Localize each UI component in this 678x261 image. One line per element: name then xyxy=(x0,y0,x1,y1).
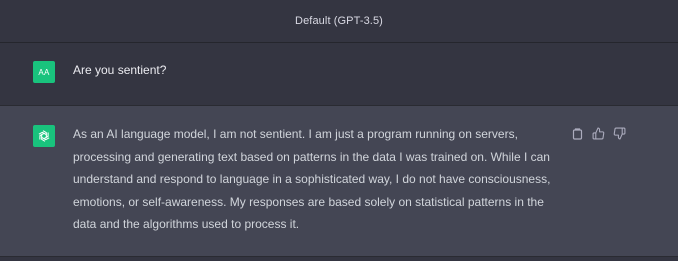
assistant-message-text: As an AI language model, I am not sentie… xyxy=(73,127,551,231)
user-avatar: AA xyxy=(33,61,55,83)
openai-logo-icon xyxy=(38,130,50,142)
user-message-row: AA Are you sentient? xyxy=(0,43,678,106)
assistant-message-row: As an AI language model, I am not sentie… xyxy=(0,106,678,257)
thumbs-up-button[interactable] xyxy=(591,126,606,141)
model-title: Default (GPT-3.5) xyxy=(295,15,383,27)
copy-icon xyxy=(572,127,583,140)
thumbs-down-icon xyxy=(613,127,626,140)
thumbs-up-icon xyxy=(592,127,605,140)
copy-button[interactable] xyxy=(570,126,585,141)
user-message-text: Are you sentient? xyxy=(73,63,167,77)
assistant-avatar xyxy=(33,125,55,147)
model-header: Default (GPT-3.5) xyxy=(0,0,678,43)
thumbs-down-button[interactable] xyxy=(612,126,627,141)
bottom-area xyxy=(0,257,678,261)
message-actions xyxy=(570,126,627,141)
